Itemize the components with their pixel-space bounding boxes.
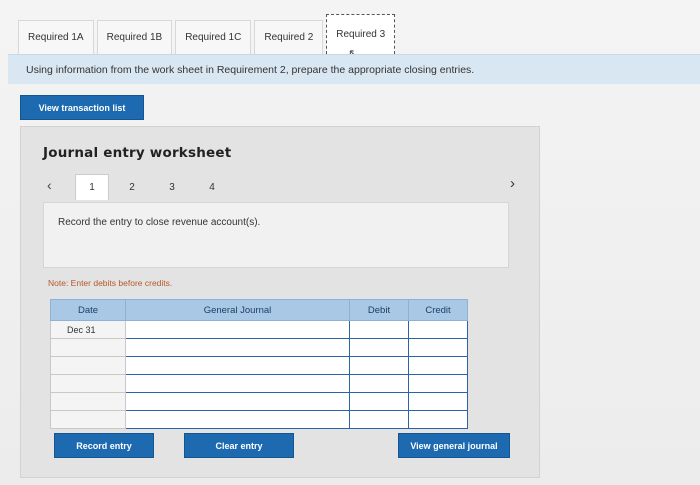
account-input[interactable] — [125, 410, 350, 429]
prev-arrow-icon[interactable]: ‹ — [47, 177, 52, 193]
journal-entry-worksheet: Journal entry worksheet ‹ 1 2 3 4 › Reco… — [20, 126, 540, 478]
journal-table: Date General Journal Debit Credit Dec 31 — [50, 299, 468, 429]
account-input[interactable] — [125, 320, 350, 339]
instruction-text: Using information from the work sheet in… — [8, 54, 700, 84]
debit-input[interactable] — [349, 338, 409, 357]
tab-required-1c[interactable]: Required 1C — [175, 20, 252, 54]
debit-input[interactable] — [349, 410, 409, 429]
column-header-date: Date — [50, 299, 126, 321]
credit-input[interactable] — [408, 338, 468, 357]
credit-input[interactable] — [408, 356, 468, 375]
credit-input[interactable] — [408, 392, 468, 411]
account-input[interactable] — [125, 356, 350, 375]
date-cell — [50, 374, 126, 393]
page: Required 1A Required 1B Required 1C Requ… — [0, 0, 700, 485]
worksheet-title: Journal entry worksheet — [43, 145, 232, 161]
clear-entry-button[interactable]: Clear entry — [184, 433, 294, 458]
debit-input[interactable] — [349, 320, 409, 339]
credit-input[interactable] — [408, 374, 468, 393]
table-row — [50, 410, 468, 429]
date-cell — [50, 392, 126, 411]
entry-prompt: Record the entry to close revenue accoun… — [58, 217, 261, 228]
table-row: Dec 31 — [50, 320, 468, 339]
credit-input[interactable] — [408, 410, 468, 429]
debit-credit-note: Note: Enter debits before credits. — [48, 278, 173, 288]
table-row — [50, 392, 468, 411]
page-2[interactable]: 2 — [115, 174, 149, 200]
tab-required-1b[interactable]: Required 1B — [96, 20, 173, 54]
view-general-journal-button[interactable]: View general journal — [398, 433, 510, 458]
column-header-credit: Credit — [408, 299, 468, 321]
debit-input[interactable] — [349, 356, 409, 375]
column-header-debit: Debit — [349, 299, 409, 321]
date-cell: Dec 31 — [50, 320, 126, 339]
tab-required-1a[interactable]: Required 1A — [18, 20, 94, 54]
account-input[interactable] — [125, 374, 350, 393]
tab-required-2[interactable]: Required 2 — [254, 20, 324, 54]
page-3[interactable]: 3 — [155, 174, 189, 200]
worksheet-pager: ‹ 1 2 3 4 — [43, 174, 523, 200]
tab-required-3[interactable]: Required 3 — [326, 14, 396, 54]
page-4[interactable]: 4 — [195, 174, 229, 200]
table-row — [50, 338, 468, 357]
view-transaction-list-button[interactable]: View transaction list — [20, 95, 144, 120]
debit-input[interactable] — [349, 374, 409, 393]
account-input[interactable] — [125, 392, 350, 411]
next-arrow-icon[interactable]: › — [510, 175, 515, 192]
date-cell — [50, 356, 126, 375]
debit-input[interactable] — [349, 392, 409, 411]
date-cell — [50, 338, 126, 357]
page-1[interactable]: 1 — [75, 174, 109, 200]
date-cell — [50, 410, 126, 429]
column-header-general-journal: General Journal — [125, 299, 350, 321]
entry-prompt-box: Record the entry to close revenue accoun… — [43, 202, 509, 268]
table-row — [50, 374, 468, 393]
requirement-tabs: Required 1A Required 1B Required 1C Requ… — [18, 14, 398, 56]
table-row — [50, 356, 468, 375]
record-entry-button[interactable]: Record entry — [54, 433, 154, 458]
credit-input[interactable] — [408, 320, 468, 339]
account-input[interactable] — [125, 338, 350, 357]
